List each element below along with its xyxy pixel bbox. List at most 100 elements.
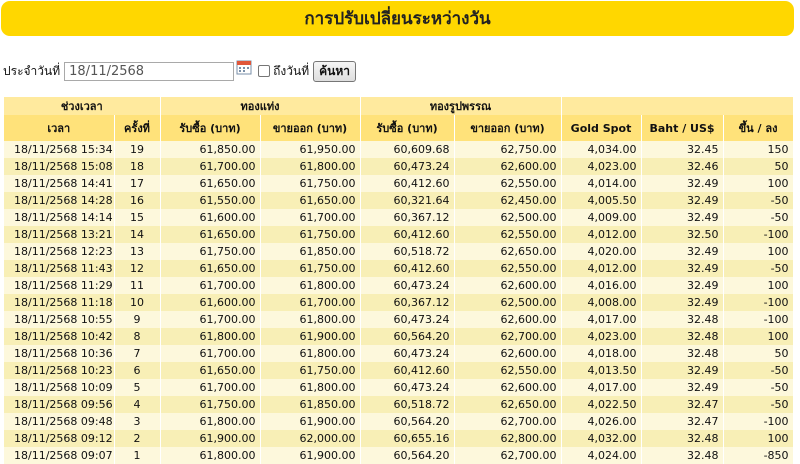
cell-ornament-sell: 62,700.00 (454, 413, 562, 430)
cell-time: 18/11/2568 09:56 (4, 396, 115, 413)
cell-baht-usd: 32.48 (641, 311, 724, 328)
cell-bar-buy: 61,650.00 (160, 226, 261, 243)
cell-bar-buy: 61,700.00 (160, 277, 261, 294)
cell-baht-usd: 32.48 (641, 447, 724, 464)
cell-time: 18/11/2568 12:23 (4, 243, 115, 260)
table-body: 18/11/2568 15:34 19 61,850.00 61,950.00 60,6… (4, 141, 794, 464)
table-row: 18/11/2568 11:18 10 61,600.00 61,700.00 60,3… (4, 294, 794, 311)
cell-gold-spot: 4,009.00 (561, 209, 642, 226)
cell-ornament-sell: 62,650.00 (454, 396, 562, 413)
cell-round: 6 (114, 362, 161, 379)
cell-bar-buy: 61,850.00 (160, 141, 261, 158)
cell-ornament-sell: 62,500.00 (454, 294, 562, 311)
cell-bar-buy: 61,700.00 (160, 311, 261, 328)
cell-time: 18/11/2568 10:36 (4, 345, 115, 362)
cell-ornament-sell: 62,550.00 (454, 175, 562, 192)
cell-time: 18/11/2568 14:41 (4, 175, 115, 192)
group-header-blank (561, 97, 794, 115)
cell-time: 18/11/2568 14:28 (4, 192, 115, 209)
cell-ornament-buy: 60,609.68 (360, 141, 455, 158)
cell-gold-spot: 4,022.50 (561, 396, 642, 413)
cell-round: 14 (114, 226, 161, 243)
to-date-checkbox[interactable] (258, 65, 271, 77)
cell-round: 4 (114, 396, 161, 413)
group-header-gold-ornament: ทองรูปพรรณ (360, 97, 562, 115)
cell-ornament-buy: 60,518.72 (360, 396, 455, 413)
page-banner: การปรับเปลี่ยนระหว่างวัน (1, 1, 794, 36)
cell-bar-buy: 61,800.00 (160, 447, 261, 464)
cell-time: 18/11/2568 15:08 (4, 158, 115, 175)
cell-baht-usd: 32.49 (641, 243, 724, 260)
cell-gold-spot: 4,024.00 (561, 447, 642, 464)
group-header-time: ช่วงเวลา (4, 97, 161, 115)
cell-ornament-sell: 62,650.00 (454, 243, 562, 260)
cell-ornament-sell: 62,600.00 (454, 311, 562, 328)
cell-time: 18/11/2568 10:42 (4, 328, 115, 345)
cell-change: 100 (723, 328, 794, 345)
col-header-baht-usd: Baht / US$ (641, 115, 724, 141)
cell-round: 17 (114, 175, 161, 192)
cell-bar-sell: 61,700.00 (260, 294, 361, 311)
cell-baht-usd: 32.49 (641, 277, 724, 294)
cell-gold-spot: 4,012.00 (561, 260, 642, 277)
cell-round: 16 (114, 192, 161, 209)
cell-gold-spot: 4,012.00 (561, 226, 642, 243)
table-row: 18/11/2568 15:34 19 61,850.00 61,950.00 60,6… (4, 141, 794, 158)
cell-ornament-sell: 62,700.00 (454, 447, 562, 464)
cell-change: -100 (723, 413, 794, 430)
table-row: 18/11/2568 14:14 15 61,600.00 61,700.00 60,3… (4, 209, 794, 226)
cell-ornament-sell: 62,450.00 (454, 192, 562, 209)
cell-ornament-sell: 62,550.00 (454, 260, 562, 277)
cell-time: 18/11/2568 10:55 (4, 311, 115, 328)
cell-bar-buy: 61,600.00 (160, 294, 261, 311)
col-header-round: ครั้งที่ (114, 115, 161, 141)
cell-bar-sell: 61,900.00 (260, 328, 361, 345)
group-header-gold-bar: ทองแท่ง (160, 97, 361, 115)
cell-change: 100 (723, 243, 794, 260)
cell-bar-sell: 61,900.00 (260, 413, 361, 430)
table-row: 18/11/2568 11:43 12 61,650.00 61,750.00 60,4… (4, 260, 794, 277)
cell-change: -100 (723, 294, 794, 311)
cell-ornament-sell: 62,600.00 (454, 277, 562, 294)
table-row: 18/11/2568 12:23 13 61,750.00 61,850.00 60,5… (4, 243, 794, 260)
cell-baht-usd: 32.47 (641, 396, 724, 413)
cell-gold-spot: 4,023.00 (561, 328, 642, 345)
cell-change: -50 (723, 396, 794, 413)
date-input[interactable] (64, 61, 235, 81)
cell-bar-buy: 61,650.00 (160, 362, 261, 379)
col-header-ornament-sell: ขายออก (บาท) (454, 115, 562, 141)
cell-bar-sell: 61,650.00 (260, 192, 361, 209)
cell-ornament-sell: 62,750.00 (454, 141, 562, 158)
cell-round: 3 (114, 413, 161, 430)
cell-bar-sell: 61,800.00 (260, 345, 361, 362)
cell-gold-spot: 4,017.00 (561, 311, 642, 328)
cell-bar-sell: 61,950.00 (260, 141, 361, 158)
cell-gold-spot: 4,032.00 (561, 430, 642, 447)
cell-ornament-sell: 62,600.00 (454, 158, 562, 175)
cell-round: 12 (114, 260, 161, 277)
cell-ornament-buy: 60,473.24 (360, 311, 455, 328)
cell-round: 9 (114, 311, 161, 328)
cell-bar-sell: 61,800.00 (260, 311, 361, 328)
search-button[interactable]: ค้นหา (313, 60, 357, 82)
cell-change: -850 (723, 447, 794, 464)
cell-ornament-buy: 60,412.60 (360, 226, 455, 243)
cell-round: 15 (114, 209, 161, 226)
cell-bar-buy: 61,700.00 (160, 379, 261, 396)
cell-gold-spot: 4,020.00 (561, 243, 642, 260)
cell-bar-sell: 61,900.00 (260, 447, 361, 464)
col-header-gold-spot: Gold Spot (561, 115, 642, 141)
cell-round: 5 (114, 379, 161, 396)
table-row: 18/11/2568 10:36 7 61,700.00 61,800.00 60,47… (4, 345, 794, 362)
cell-change: -50 (723, 192, 794, 209)
cell-round: 13 (114, 243, 161, 260)
cell-change: 100 (723, 430, 794, 447)
cell-change: 100 (723, 277, 794, 294)
cell-time: 18/11/2568 13:21 (4, 226, 115, 243)
cell-change: 50 (723, 158, 794, 175)
cell-round: 7 (114, 345, 161, 362)
cell-time: 18/11/2568 11:29 (4, 277, 115, 294)
calendar-icon[interactable] (236, 59, 252, 75)
cell-bar-sell: 61,850.00 (260, 243, 361, 260)
cell-bar-buy: 61,650.00 (160, 260, 261, 277)
